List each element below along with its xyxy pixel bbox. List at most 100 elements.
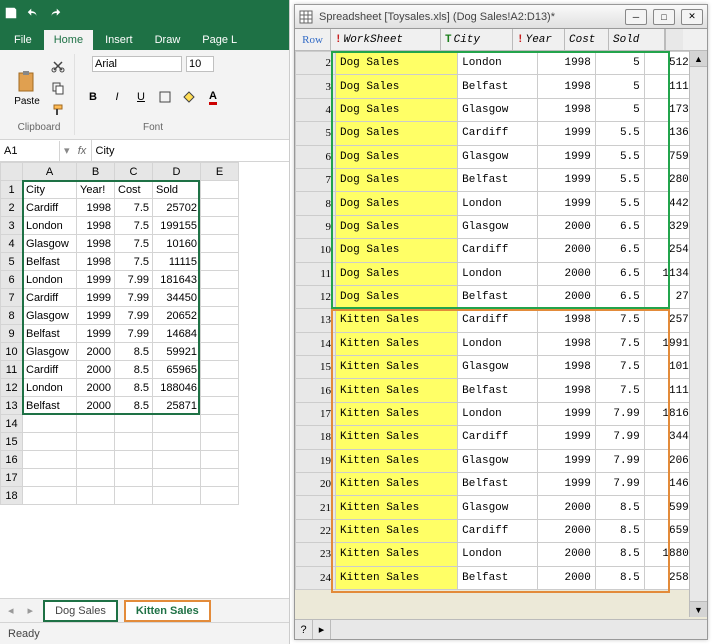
cut-button[interactable] bbox=[48, 56, 68, 76]
cell[interactable]: London bbox=[23, 271, 77, 289]
cell[interactable]: 1999 bbox=[77, 307, 115, 325]
name-box[interactable] bbox=[0, 141, 60, 161]
cell[interactable]: 25702 bbox=[153, 199, 201, 217]
sheet-tab-kitten-sales[interactable]: Kitten Sales bbox=[124, 600, 211, 622]
table-row[interactable]: 14Kitten SalesLondon19987.5199155 bbox=[296, 332, 707, 355]
row-header[interactable]: 10 bbox=[1, 343, 23, 361]
row-header[interactable]: 4 bbox=[1, 235, 23, 253]
col-header-A[interactable]: A bbox=[23, 163, 77, 181]
cell[interactable] bbox=[201, 235, 239, 253]
tab-file[interactable]: File bbox=[4, 30, 42, 50]
col-header-E[interactable]: E bbox=[201, 163, 239, 181]
sheet-tab-dog-sales[interactable]: Dog Sales bbox=[43, 600, 118, 622]
cell[interactable] bbox=[153, 415, 201, 433]
italic-button[interactable]: I bbox=[107, 87, 127, 107]
cell[interactable] bbox=[153, 469, 201, 487]
bold-button[interactable]: B bbox=[83, 87, 103, 107]
cell[interactable]: 1999 bbox=[77, 289, 115, 307]
cell[interactable] bbox=[201, 397, 239, 415]
cell[interactable]: 8.5 bbox=[115, 379, 153, 397]
cell[interactable] bbox=[201, 253, 239, 271]
scroll-up-icon[interactable]: ▲ bbox=[690, 51, 707, 67]
cell[interactable]: 2000 bbox=[77, 343, 115, 361]
cell[interactable]: 2000 bbox=[77, 379, 115, 397]
table-row[interactable]: 15Kitten SalesGlasgow19987.510160 bbox=[296, 356, 707, 379]
cell[interactable]: 7.5 bbox=[115, 253, 153, 271]
table-row[interactable]: 22Kitten SalesCardiff20008.565965 bbox=[296, 519, 707, 542]
row-header[interactable]: 16 bbox=[1, 451, 23, 469]
tab-home[interactable]: Home bbox=[44, 30, 93, 50]
fill-color-button[interactable] bbox=[179, 87, 199, 107]
row-header[interactable]: 6 bbox=[1, 271, 23, 289]
col-header-C[interactable]: C bbox=[115, 163, 153, 181]
cell[interactable]: 1999 bbox=[77, 325, 115, 343]
cell[interactable]: 20652 bbox=[153, 307, 201, 325]
cell[interactable] bbox=[201, 343, 239, 361]
row-header[interactable]: 8 bbox=[1, 307, 23, 325]
formula-input[interactable] bbox=[92, 141, 289, 161]
cell[interactable]: Glasgow bbox=[23, 343, 77, 361]
cell[interactable]: 2000 bbox=[77, 397, 115, 415]
cell[interactable]: London bbox=[23, 217, 77, 235]
table-row[interactable]: 10Dog SalesCardiff20006.525439 bbox=[296, 239, 707, 262]
cell[interactable] bbox=[201, 379, 239, 397]
cell[interactable] bbox=[201, 469, 239, 487]
cell[interactable]: 1999 bbox=[77, 271, 115, 289]
cell[interactable] bbox=[23, 415, 77, 433]
row-header[interactable]: 14 bbox=[1, 415, 23, 433]
table-row[interactable]: 24Kitten SalesBelfast20008.525871 bbox=[296, 566, 707, 589]
border-button[interactable] bbox=[155, 87, 175, 107]
col-header-D[interactable]: D bbox=[153, 163, 201, 181]
cell[interactable] bbox=[153, 433, 201, 451]
cell[interactable]: 8.5 bbox=[115, 343, 153, 361]
cell[interactable]: 181643 bbox=[153, 271, 201, 289]
underline-button[interactable]: U bbox=[131, 87, 151, 107]
row-header[interactable]: 18 bbox=[1, 487, 23, 505]
cell[interactable]: Cardiff bbox=[23, 199, 77, 217]
col-year[interactable]: !Year bbox=[513, 29, 565, 50]
row-header[interactable]: 2 bbox=[1, 199, 23, 217]
cell[interactable] bbox=[77, 415, 115, 433]
cell[interactable]: City bbox=[23, 181, 77, 199]
row-header[interactable]: 12 bbox=[1, 379, 23, 397]
table-row[interactable]: 20Kitten SalesBelfast19997.9914684 bbox=[296, 473, 707, 496]
format-painter-button[interactable] bbox=[48, 100, 68, 120]
cell[interactable] bbox=[115, 451, 153, 469]
col-city[interactable]: TCity bbox=[441, 29, 513, 50]
cell[interactable]: 1998 bbox=[77, 217, 115, 235]
cell[interactable]: 11115 bbox=[153, 253, 201, 271]
cell[interactable] bbox=[201, 199, 239, 217]
cell[interactable]: 7.5 bbox=[115, 235, 153, 253]
cell[interactable]: 1998 bbox=[77, 199, 115, 217]
table-row[interactable]: 6Dog SalesGlasgow19995.575982 bbox=[296, 145, 707, 168]
cell[interactable] bbox=[201, 433, 239, 451]
col-row[interactable]: Row bbox=[295, 29, 331, 50]
cell[interactable] bbox=[153, 451, 201, 469]
font-name-select[interactable] bbox=[92, 56, 182, 72]
tab-insert[interactable]: Insert bbox=[95, 30, 143, 50]
table-row[interactable]: 9Dog SalesGlasgow20006.532937 bbox=[296, 215, 707, 238]
cell[interactable]: 7.5 bbox=[115, 217, 153, 235]
cell[interactable]: 8.5 bbox=[115, 361, 153, 379]
col-sold[interactable]: Sold bbox=[609, 29, 665, 50]
cell[interactable]: Belfast bbox=[23, 397, 77, 415]
cell[interactable] bbox=[201, 451, 239, 469]
cell[interactable] bbox=[201, 487, 239, 505]
table-row[interactable]: 2Dog SalesLondon1998551237 bbox=[296, 52, 707, 75]
copy-button[interactable] bbox=[48, 78, 68, 98]
table-row[interactable]: 16Kitten SalesBelfast19987.511115 bbox=[296, 379, 707, 402]
cell[interactable] bbox=[201, 289, 239, 307]
cell[interactable] bbox=[201, 415, 239, 433]
cell[interactable]: 65965 bbox=[153, 361, 201, 379]
cell[interactable] bbox=[201, 361, 239, 379]
cell[interactable] bbox=[115, 487, 153, 505]
fx-icon[interactable]: fx bbox=[74, 140, 92, 161]
cell[interactable]: London bbox=[23, 379, 77, 397]
cell[interactable]: 1998 bbox=[77, 253, 115, 271]
sheet-nav-next[interactable]: ▸ bbox=[24, 604, 38, 617]
minimize-button[interactable]: ─ bbox=[625, 9, 647, 25]
table-row[interactable]: 18Kitten SalesCardiff19997.9934450 bbox=[296, 426, 707, 449]
table-row[interactable]: 8Dog SalesLondon19995.544271 bbox=[296, 192, 707, 215]
cell[interactable]: 199155 bbox=[153, 217, 201, 235]
close-button[interactable]: ✕ bbox=[681, 9, 703, 25]
